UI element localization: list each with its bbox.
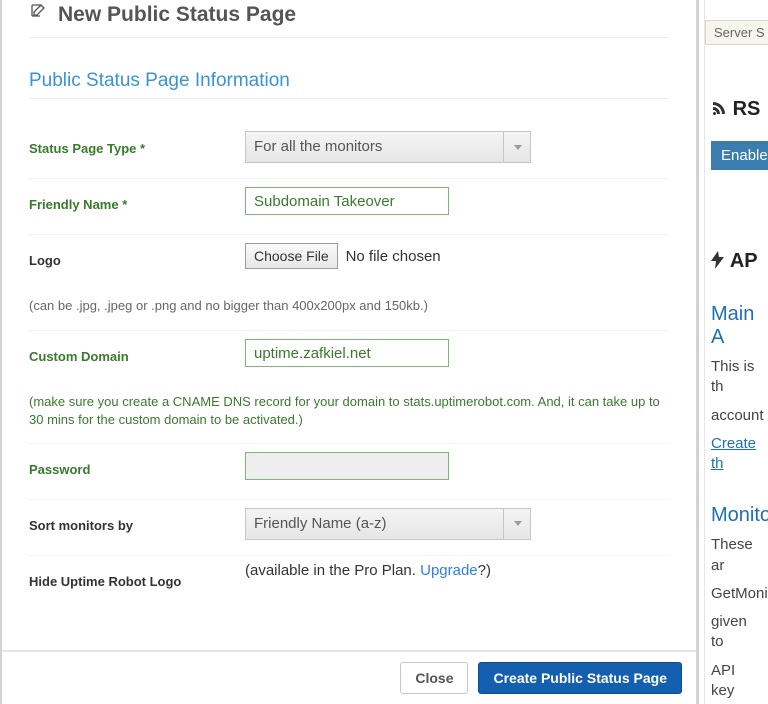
static-text: GetMoni [711, 584, 762, 604]
static-text: This is th [711, 357, 762, 398]
label-hide-logo: Hide Uptime Robot Logo [29, 564, 245, 589]
file-status: No file chosen [346, 248, 441, 265]
api-heading: AP [711, 250, 762, 273]
create-button[interactable]: Create Public Status Page [478, 662, 682, 694]
logo-hint: (can be .jpg, .jpeg or .png and no bigge… [29, 297, 669, 315]
custom-domain-input[interactable] [245, 339, 449, 367]
static-text: given to [711, 612, 762, 653]
label-sort-monitors: Sort monitors by [29, 508, 245, 533]
modal-footer: Close Create Public Status Page [2, 651, 696, 704]
rss-heading: RS [711, 98, 762, 121]
background-sidebar: Server S RS Enable AP Main A This is th … [704, 0, 768, 704]
friendly-name-input[interactable] [245, 187, 449, 215]
main-api-heading: Main A [711, 303, 762, 349]
status-type-select[interactable]: For all the monitors [245, 131, 531, 163]
section-title: Public Status Page Information [29, 70, 669, 99]
rss-icon [711, 98, 733, 120]
password-input[interactable] [245, 452, 449, 480]
modal-title: New Public Status Page [29, 0, 669, 38]
static-text: These ar [711, 535, 762, 576]
label-custom-domain: Custom Domain [29, 339, 245, 364]
chevron-down-icon [503, 131, 531, 163]
sort-monitors-select[interactable]: Friendly Name (a-z) [245, 508, 531, 540]
enable-button[interactable]: Enable [711, 141, 768, 170]
label-friendly-name: Friendly Name * [29, 187, 245, 212]
label-status-type: Status Page Type * [29, 131, 245, 156]
server-dropdown[interactable]: Server S [705, 20, 768, 45]
choose-file-button[interactable]: Choose File [245, 243, 338, 269]
close-button[interactable]: Close [400, 662, 468, 694]
modal-new-status-page: New Public Status Page Public Status Pag… [2, 0, 696, 704]
upgrade-link[interactable]: Upgrade [420, 562, 478, 579]
custom-domain-hint: (make sure you create a CNAME DNS record… [29, 393, 669, 429]
create-api-link[interactable]: Create th [711, 435, 756, 472]
monitor-api-heading: Monito [711, 504, 762, 527]
static-text: account [711, 406, 762, 426]
label-password: Password [29, 452, 245, 477]
label-logo: Logo [29, 243, 245, 268]
hide-logo-message: (available in the Pro Plan. Upgrade?) [245, 562, 669, 579]
static-text: API key [711, 661, 762, 702]
chevron-down-icon [503, 508, 531, 540]
edit-icon [29, 4, 52, 24]
